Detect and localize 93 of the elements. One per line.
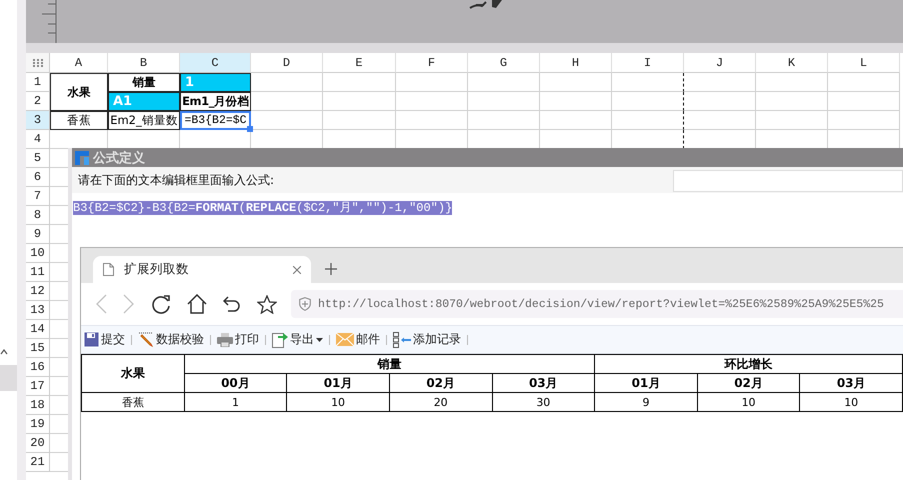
prompt-text: 请在下面的文本编辑框里面输入公式: [78,172,274,188]
row-header[interactable]: 16 [26,358,50,377]
table-cell[interactable]: 香蕉 [50,111,108,130]
star-icon[interactable] [257,294,277,314]
column-header[interactable]: H [540,53,612,73]
caret-icon [316,338,323,342]
column-header[interactable]: J [684,53,756,73]
column-header[interactable]: E [323,53,396,73]
column-header[interactable]: G [468,53,540,73]
table-cell[interactable]: 水果 [50,73,108,111]
table-header: 03月 [492,374,595,392]
table-cell: 9 [594,392,698,412]
row-header[interactable]: 21 [26,453,50,472]
toolbar-button[interactable]: 打印 [215,331,261,348]
table-cell[interactable] [612,73,684,92]
column-header[interactable]: C [180,53,251,73]
row-header[interactable]: 20 [26,434,50,453]
row-header[interactable]: 10 [26,244,50,263]
browser-tab[interactable]: 扩展列取数 [93,256,311,283]
logo-icon [75,150,89,164]
table-header: 02月 [697,374,800,392]
table-header: 销量 [184,354,595,374]
table-cell[interactable]: Em2_销量数 [108,111,180,130]
table-header: 01月 [286,374,390,392]
table-cell[interactable] [612,111,684,130]
row-header[interactable]: 4 [26,130,50,149]
table-cell: 10 [697,392,800,412]
table-header: 00月 [184,374,287,392]
list-item-highlight[interactable] [0,365,17,391]
row-header[interactable]: 1 [26,73,50,92]
pencil-icon [138,332,154,347]
document-icon [103,263,114,276]
row-header[interactable]: 8 [26,206,50,225]
dialog-title: 公式定义 [93,150,145,166]
toolbar-button[interactable]: 导出 [270,331,325,348]
shield-icon [299,297,311,311]
table-cell[interactable]: Em1_月份档 [180,92,251,111]
row-header[interactable]: 9 [26,225,50,244]
select-all-icon[interactable] [26,53,50,73]
table-cell: 1 [184,392,287,412]
formula-text: B3{B2=$C2}-B3{B2=FORMAT(REPLACE($C2,"月","")-1,"00")} [73,201,452,215]
column-header[interactable]: L [828,53,900,73]
column-header[interactable]: A [50,53,108,73]
row-header[interactable]: 3 [26,111,50,130]
table-cell: 10 [800,392,902,412]
table-header: 01月 [594,374,698,392]
table-header: 03月 [800,374,902,392]
row-header[interactable]: 17 [26,377,50,396]
column-header[interactable]: D [251,53,323,73]
table-header: 水果 [82,354,184,392]
row-header[interactable]: 6 [26,168,50,187]
reload-icon[interactable] [151,294,171,314]
cell-tag: A1 [109,93,179,110]
toolbar-button[interactable]: 数据校验 [136,331,206,348]
new-tab-icon[interactable] [325,262,337,274]
row-header[interactable]: 18 [26,396,50,415]
row-header[interactable]: 15 [26,339,50,358]
table-cell: 30 [492,392,595,412]
row-header[interactable]: 12 [26,282,50,301]
table-cell: 10 [286,392,390,412]
toolbar-button[interactable]: 邮件 [334,331,382,348]
input-field[interactable] [673,170,903,192]
column-header[interactable]: B [108,53,180,73]
address-bar[interactable]: http://localhost:8070/webroot/decision/view/report?viewlet=%25E6%2589%25A9%25E5%25 [291,290,903,318]
row-header[interactable]: 13 [26,301,50,320]
home-icon[interactable] [187,294,207,314]
table-cell[interactable]: =B3{B2=$C [180,111,251,130]
row-header[interactable]: 11 [26,263,50,282]
printer-icon [217,332,233,346]
table-cell[interactable]: 销量 [108,73,180,92]
table-cell[interactable] [612,92,684,111]
table-header: 环比增长 [594,354,902,374]
row-header[interactable]: 7 [26,187,50,206]
table-cell: 香蕉 [82,392,184,412]
column-header[interactable]: K [756,53,828,73]
row-header[interactable]: 5 [26,149,50,168]
table-cell: 20 [389,392,492,412]
document-arrow-icon [272,331,288,348]
column-header[interactable]: I [612,53,684,73]
toolbar-button[interactable]: 添加记录 [391,331,463,348]
close-icon[interactable] [293,266,301,274]
chevron-up-icon[interactable] [0,349,8,355]
envelope-icon [336,333,354,346]
column-header[interactable]: F [396,53,468,73]
row-header[interactable]: 14 [26,320,50,339]
cell-tag: 1 [181,74,250,91]
row-header[interactable]: 19 [26,415,50,434]
undo-icon[interactable] [223,296,241,312]
add-row-icon [393,332,411,348]
ruler-drawing [40,0,58,43]
toolbar-button[interactable]: 提交 [82,331,127,348]
row-header[interactable]: 2 [26,92,50,111]
table-header: 02月 [389,374,492,392]
